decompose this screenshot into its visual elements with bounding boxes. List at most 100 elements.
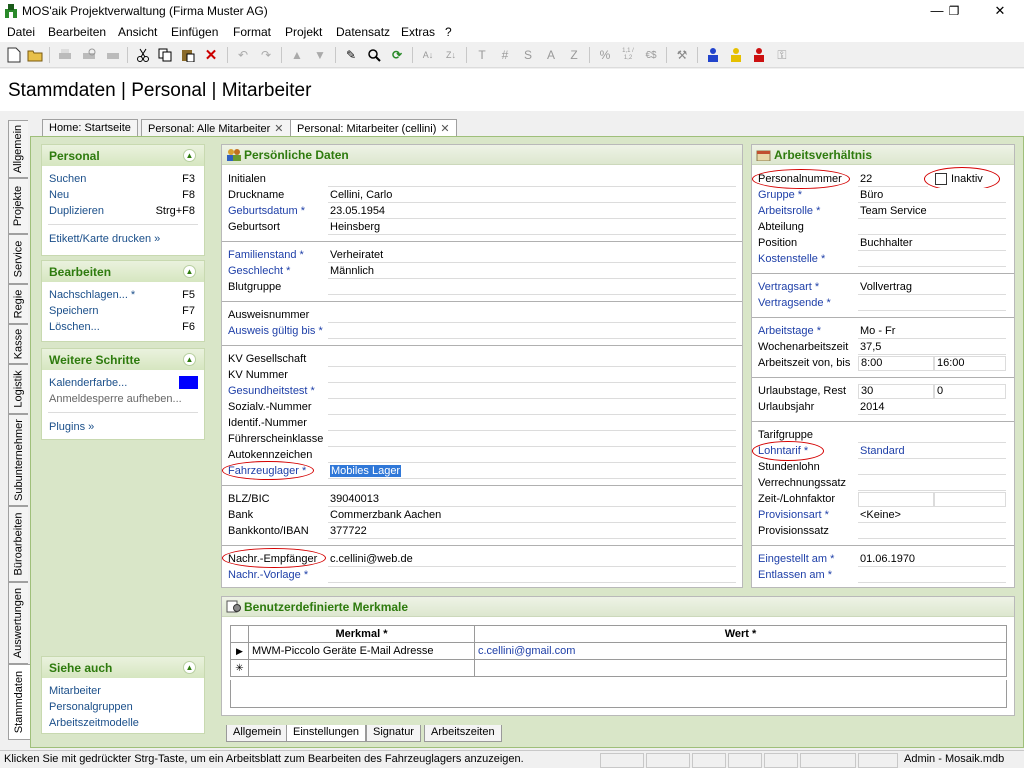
percent-icon[interactable]: % <box>595 45 615 65</box>
close-tab-icon[interactable]: ✕ <box>274 123 283 135</box>
label-vertragsart[interactable]: Vertragsart * <box>758 281 819 293</box>
field-zeitlohnfaktor-2[interactable] <box>934 492 1006 507</box>
field-wochenarbeitszeit[interactable]: 37,5 <box>858 340 1006 355</box>
nav-anmeldesperre[interactable]: Anmeldesperre aufheben... <box>49 393 182 405</box>
field-entlassen[interactable] <box>858 568 1006 583</box>
nav-neu[interactable]: Neu <box>49 189 69 201</box>
field-ausweis-gueltig[interactable] <box>328 324 736 339</box>
label-kostenstelle[interactable]: Kostenstelle * <box>758 253 825 265</box>
nav-personalgruppen[interactable]: Personalgruppen <box>49 701 133 713</box>
field-fahrzeuglager[interactable]: Mobiles Lager <box>328 464 736 479</box>
close-button[interactable]: ✕ <box>977 0 1023 22</box>
label-gruppe[interactable]: Gruppe * <box>758 189 802 201</box>
label-vertragsende[interactable]: Vertragsende * <box>758 297 831 309</box>
number-format-icon[interactable]: # <box>495 45 515 65</box>
doc-tab-mitarbeiter-cellini[interactable]: Personal: Mitarbeiter (cellini) ✕ <box>290 119 457 137</box>
label-eingestellt[interactable]: Eingestellt am * <box>758 553 834 565</box>
menu-datensatz[interactable]: Datensatz <box>336 25 390 39</box>
bottom-tab-arbeitszeiten[interactable]: Arbeitszeiten <box>424 725 502 742</box>
menu-einfuegen[interactable]: Einfügen <box>171 25 218 39</box>
field-abteilung[interactable] <box>858 220 1006 235</box>
side-tab-regie[interactable]: Regie <box>8 284 28 324</box>
user-blue-icon[interactable] <box>703 45 723 65</box>
side-tab-allgemein[interactable]: Allgemein <box>8 120 28 178</box>
menu-ansicht[interactable]: Ansicht <box>118 25 157 39</box>
side-tab-auswertungen[interactable]: Auswertungen <box>8 582 28 664</box>
move-up-icon[interactable]: ▲ <box>287 45 307 65</box>
sort-descending-icon[interactable]: Z↓ <box>441 45 461 65</box>
field-sozialv[interactable] <box>328 400 736 415</box>
field-arbeitsrolle[interactable]: Team Service <box>858 204 1006 219</box>
menu-extras[interactable]: Extras <box>401 25 435 39</box>
menu-projekt[interactable]: Projekt <box>285 25 322 39</box>
field-gruppe[interactable]: Büro <box>858 188 1006 203</box>
field-provisionsart[interactable]: <Keine> <box>858 508 1006 523</box>
field-vertragsende[interactable] <box>858 296 1006 311</box>
maximize-button[interactable]: ❐ <box>931 0 977 22</box>
field-kostenstelle[interactable] <box>858 252 1006 267</box>
decimal-icon[interactable]: 1,1 / 1,2 <box>618 45 638 65</box>
new-document-icon[interactable] <box>4 45 24 65</box>
user-lock-icon[interactable]: ⚿ <box>772 45 792 65</box>
tools-icon[interactable]: ⚒ <box>672 45 692 65</box>
column-header-merkmal[interactable]: Merkmal * <box>248 625 475 643</box>
field-konto[interactable]: 377722 <box>328 524 736 539</box>
nav-nachschlagen[interactable]: Nachschlagen... * <box>49 289 135 301</box>
search-document-icon[interactable] <box>364 45 384 65</box>
side-tab-logistik[interactable]: Logistik <box>8 364 28 414</box>
field-position[interactable]: Buchhalter <box>858 236 1006 251</box>
label-arbeitsrolle[interactable]: Arbeitsrolle * <box>758 205 820 217</box>
close-tab-icon[interactable]: ✕ <box>440 123 449 135</box>
collapse-icon[interactable]: ▲ <box>183 353 196 366</box>
undo-icon[interactable]: ↶ <box>233 45 253 65</box>
currency-icon[interactable]: €$ <box>641 45 661 65</box>
redo-icon[interactable]: ↷ <box>256 45 276 65</box>
user-red-icon[interactable] <box>749 45 769 65</box>
label-provisionsart[interactable]: Provisionsart * <box>758 509 829 521</box>
side-tab-kasse[interactable]: Kasse <box>8 324 28 364</box>
calendar-color-swatch[interactable] <box>179 376 198 389</box>
label-entlassen[interactable]: Entlassen am * <box>758 569 832 581</box>
field-zeitlohnfaktor[interactable] <box>858 492 934 507</box>
field-nachr-empfaenger[interactable]: c.cellini@web.de <box>328 552 736 567</box>
field-fuehrerschein[interactable] <box>328 432 736 447</box>
cell-wert[interactable]: c.cellini@gmail.com <box>474 642 1007 660</box>
field-personalnummer[interactable]: 22 <box>858 172 928 187</box>
collapse-icon[interactable]: ▲ <box>183 661 196 674</box>
bottom-tab-einstellungen[interactable]: Einstellungen <box>286 725 367 742</box>
label-geschlecht[interactable]: Geschlecht * <box>228 265 290 277</box>
nav-loeschen[interactable]: Löschen... <box>49 321 100 333</box>
field-verrechnungssatz[interactable] <box>858 476 1006 491</box>
field-identif[interactable] <box>328 416 736 431</box>
field-arbeitszeit-von[interactable]: 8:00 <box>858 356 934 371</box>
side-tab-subunternehmer[interactable]: Subunternehmer <box>8 414 28 506</box>
field-familienstand[interactable]: Verheiratet <box>328 248 736 263</box>
field-provisionssatz[interactable] <box>858 524 1006 539</box>
delete-icon[interactable]: ✕ <box>201 45 221 65</box>
table-row[interactable]: ▶ MWM-Piccolo Geräte E-Mail Adresse c.ce… <box>230 642 1007 660</box>
field-stundenlohn[interactable] <box>858 460 1006 475</box>
field-kv-gesellschaft[interactable] <box>328 352 736 367</box>
bottom-tab-allgemein[interactable]: Allgemein <box>226 725 289 742</box>
cell-merkmal[interactable] <box>248 659 475 677</box>
print-preview-icon[interactable] <box>79 45 99 65</box>
edit-pencil-icon[interactable]: ✎ <box>341 45 361 65</box>
field-geschlecht[interactable]: Männlich <box>328 264 736 279</box>
collapse-icon[interactable]: ▲ <box>183 149 196 162</box>
cell-merkmal[interactable]: MWM-Piccolo Geräte E-Mail Adresse <box>248 642 475 660</box>
nav-mitarbeiter[interactable]: Mitarbeiter <box>49 685 101 697</box>
nav-speichern[interactable]: Speichern <box>49 305 99 317</box>
field-urlaubsjahr[interactable]: 2014 <box>858 400 1006 415</box>
field-kv-nummer[interactable] <box>328 368 736 383</box>
nav-suchen[interactable]: Suchen <box>49 173 86 185</box>
paste-icon[interactable] <box>178 45 198 65</box>
doc-tab-startseite[interactable]: Home: Startseite <box>42 119 138 136</box>
nav-etikett-drucken[interactable]: Etikett/Karte drucken » <box>49 233 160 245</box>
move-down-icon[interactable]: ▼ <box>310 45 330 65</box>
menu-bearbeiten[interactable]: Bearbeiten <box>48 25 106 39</box>
sum-format-icon[interactable]: S <box>518 45 538 65</box>
field-urlaubsrest[interactable]: 0 <box>934 384 1006 399</box>
doc-tab-alle-mitarbeiter[interactable]: Personal: Alle Mitarbeiter ✕ <box>141 119 291 136</box>
nav-duplizieren[interactable]: Duplizieren <box>49 205 104 217</box>
field-autokennzeichen[interactable] <box>328 448 736 463</box>
